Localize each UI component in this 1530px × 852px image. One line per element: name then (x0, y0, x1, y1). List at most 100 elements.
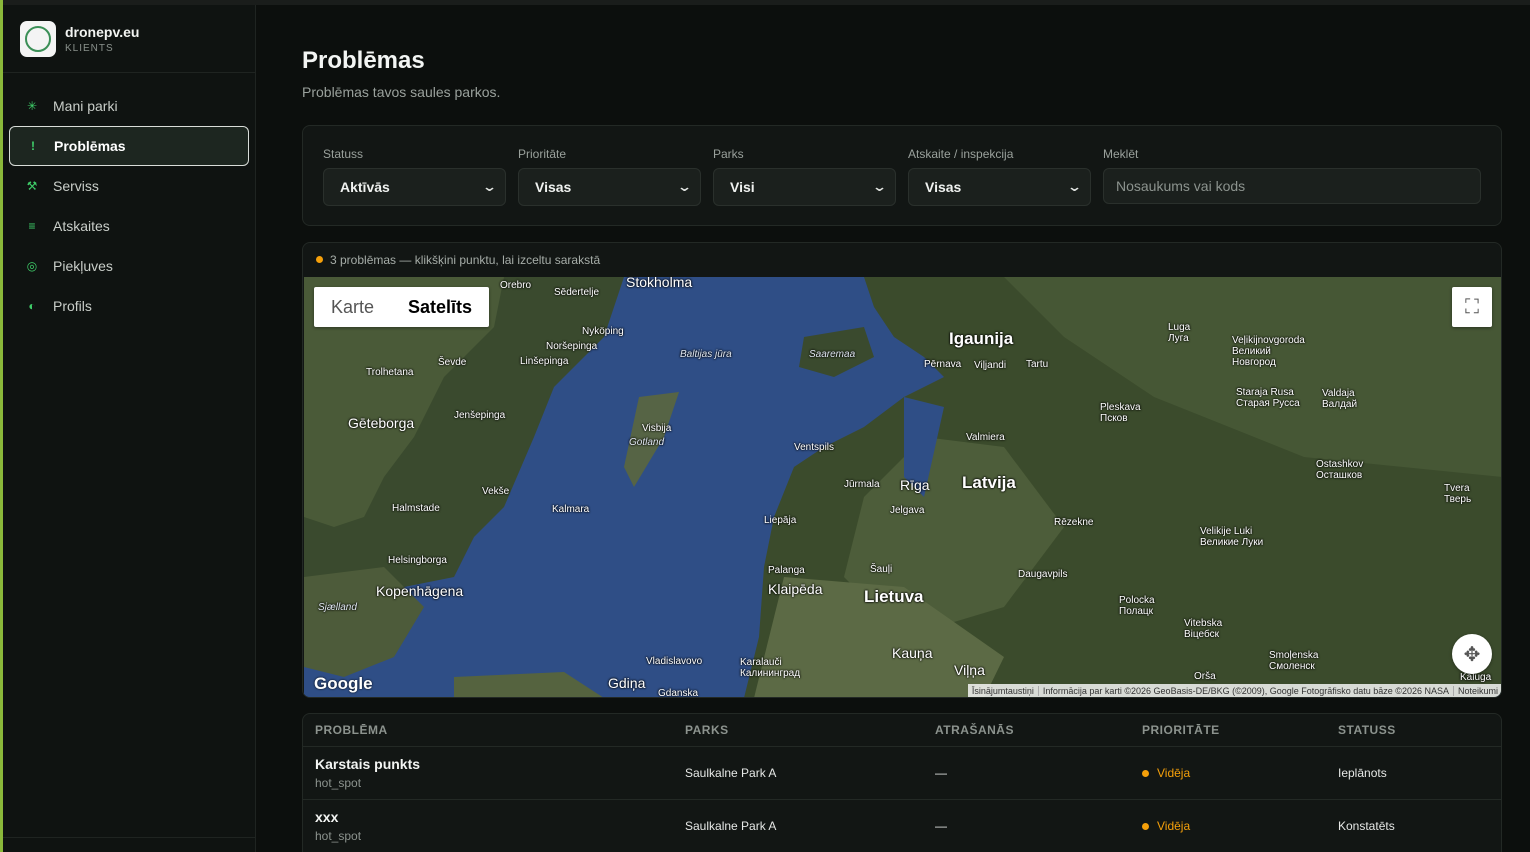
map-label: Klaipēda (768, 581, 823, 597)
brand-name: dronepv.eu (65, 23, 140, 40)
sidebar-item-label: Atskaites (53, 218, 110, 234)
sidebar-item-problemas[interactable]: ! Problēmas (9, 126, 249, 166)
sidebar-item-label: Mani parki (53, 98, 118, 114)
table-header: PROBLĒMA PARKS ATRAŠANĀS PRIORITĀTE STAT… (303, 714, 1501, 747)
map-label: Калининград (740, 668, 801, 679)
map-label: Polocka (1119, 595, 1155, 606)
map-card: 3 problēmas — klikšķini punktu, lai izce… (302, 242, 1502, 698)
map-label: Staraja Rusa (1236, 387, 1294, 398)
map-data-attribution: Informācija par karti ©2026 GeoBasis-DE/… (1037, 686, 1453, 696)
satellite-map[interactable]: Igaunija Latvija Lietuva Rīga Klaipēda K… (304, 277, 1501, 697)
map-label: Полацк (1119, 606, 1154, 617)
map-label: Старая Русса (1236, 398, 1300, 409)
map-label: Rīga (900, 477, 930, 493)
priority-dot-icon (1142, 822, 1149, 830)
park-filter-label: Parks (713, 147, 744, 161)
map-label: Vitebska (1184, 618, 1223, 629)
status-cell: Ieplānots (1338, 766, 1387, 780)
map-label: Kalmara (552, 504, 590, 515)
map-label: Sjælland (318, 602, 357, 613)
map-label: Trolhetana (366, 367, 414, 378)
park-cell: Saulkalne Park A (685, 819, 777, 833)
priority-select[interactable]: Visas ⌄ (518, 168, 701, 206)
brand[interactable]: dronepv.eu KLIENTS (3, 5, 255, 73)
map-label: Gēteborga (348, 415, 415, 431)
chevron-down-icon: ⌄ (1066, 179, 1083, 194)
brand-role: KLIENTS (65, 42, 114, 54)
map-label: Луга (1168, 333, 1189, 344)
status-filter-label: Statuss (323, 147, 364, 161)
status-dot-icon (316, 256, 323, 263)
park-select[interactable]: Visi ⌄ (713, 168, 896, 206)
search-filter: Meklēt Nosaukums vai kods (1103, 147, 1481, 204)
map-label: Orša (1194, 671, 1216, 682)
filter-panel: Statuss Aktīvās ⌄ Prioritāte Visas ⌄ Par… (302, 125, 1502, 226)
map-label: Orebro (500, 280, 532, 291)
sidebar-item-label: Piekļuves (53, 258, 113, 274)
alert-icon: ! (31, 139, 35, 153)
map-label: Veļikijnovgoroda (1232, 335, 1305, 346)
report-select[interactable]: Visas ⌄ (908, 168, 1091, 206)
table-row[interactable]: xxx hot_spot Saulkalne Park A — Vidēja K… (303, 800, 1501, 852)
column-header-problem[interactable]: PROBLĒMA (303, 723, 685, 737)
map-label: Šauļi (870, 564, 893, 575)
keyboard-shortcuts-link[interactable]: Īsinājumtaustiņi (968, 686, 1038, 696)
column-header-park[interactable]: PARKS (685, 723, 935, 737)
map-label: Linšepinga (520, 356, 569, 367)
map-label: Jelgava (890, 505, 925, 516)
map-label: Kopenhāgena (376, 583, 464, 599)
map-label: Vekše (482, 486, 510, 497)
sidebar-item-serviss[interactable]: ⚒ Serviss (9, 166, 249, 206)
search-filter-label: Meklēt (1103, 147, 1139, 161)
status-select[interactable]: Aktīvās ⌄ (323, 168, 506, 206)
map-label: Tartu (1026, 359, 1049, 370)
map-label: Helsingborga (388, 555, 447, 566)
map-label: Ventspils (794, 442, 835, 453)
map-label: Viļjandi (974, 360, 1007, 371)
sidebar-item-label: Serviss (53, 178, 99, 194)
move-arrows-icon: ✥ (1463, 643, 1481, 666)
priority-cell: Vidēja (1142, 819, 1338, 833)
map-label: Sēdertelje (554, 287, 600, 298)
map-type-satellite-button[interactable]: Satelīts (391, 287, 489, 327)
fullscreen-button[interactable]: ⛶ (1452, 287, 1492, 327)
map-type-toggle: Karte Satelīts (314, 287, 490, 327)
map-attribution: Īsinājumtaustiņi Informācija par karti ©… (967, 684, 1501, 697)
priority-label: Vidēja (1157, 819, 1191, 833)
map-label: Viļņa (954, 662, 985, 678)
map-label: Pleskava (1100, 402, 1141, 413)
map-label: Stokholma (626, 277, 693, 290)
status-filter: Statuss Aktīvās ⌄ (323, 147, 506, 206)
table-row[interactable]: Karstais punkts hot_spot Saulkalne Park … (303, 747, 1501, 800)
fullscreen-icon: ⛶ (1465, 295, 1479, 318)
page-subtitle: Problēmas tavos saules parkos. (302, 84, 501, 100)
target-icon: ◎ (26, 259, 38, 273)
column-header-priority[interactable]: PRIORITĀTE (1142, 723, 1338, 737)
map-label: Palanga (768, 565, 805, 576)
column-header-location[interactable]: ATRAŠANĀS (935, 723, 1142, 737)
map-label: Daugavpils (1018, 569, 1068, 580)
search-input[interactable]: Nosaukums vai kods (1103, 168, 1481, 204)
contrast-icon: ◐ (28, 299, 36, 313)
chevron-down-icon: ⌄ (676, 179, 693, 194)
sidebar-item-profils[interactable]: ◐ Profils (9, 286, 249, 326)
sidebar-item-mani-parki[interactable]: ✳ Mani parki (9, 86, 249, 126)
map-label: Великий (1232, 346, 1271, 357)
sidebar-item-piekluves[interactable]: ◎ Piekļuves (9, 246, 249, 286)
priority-cell: Vidēja (1142, 766, 1338, 780)
list-icon: ≡ (28, 219, 36, 233)
map-pan-control[interactable]: ✥ (1452, 634, 1492, 674)
sidebar-footer-divider (3, 837, 255, 838)
map-label: Baltijas jūra (680, 349, 732, 360)
map-label: Великие Луки (1200, 537, 1264, 548)
map-type-map-button[interactable]: Karte (314, 287, 391, 327)
map-label: Smoļenska (1269, 650, 1319, 661)
sidebar-item-atskaites[interactable]: ≡ Atskaites (9, 206, 249, 246)
map-label: Tvera (1444, 483, 1470, 494)
brand-logo (20, 20, 56, 57)
terms-link[interactable]: Noteikumi (1452, 686, 1501, 696)
map-label: Noršepinga (546, 341, 598, 352)
column-header-status[interactable]: STATUSS (1338, 723, 1498, 737)
problem-code: hot_spot (315, 776, 362, 790)
sidebar-item-label: Profils (53, 298, 92, 314)
